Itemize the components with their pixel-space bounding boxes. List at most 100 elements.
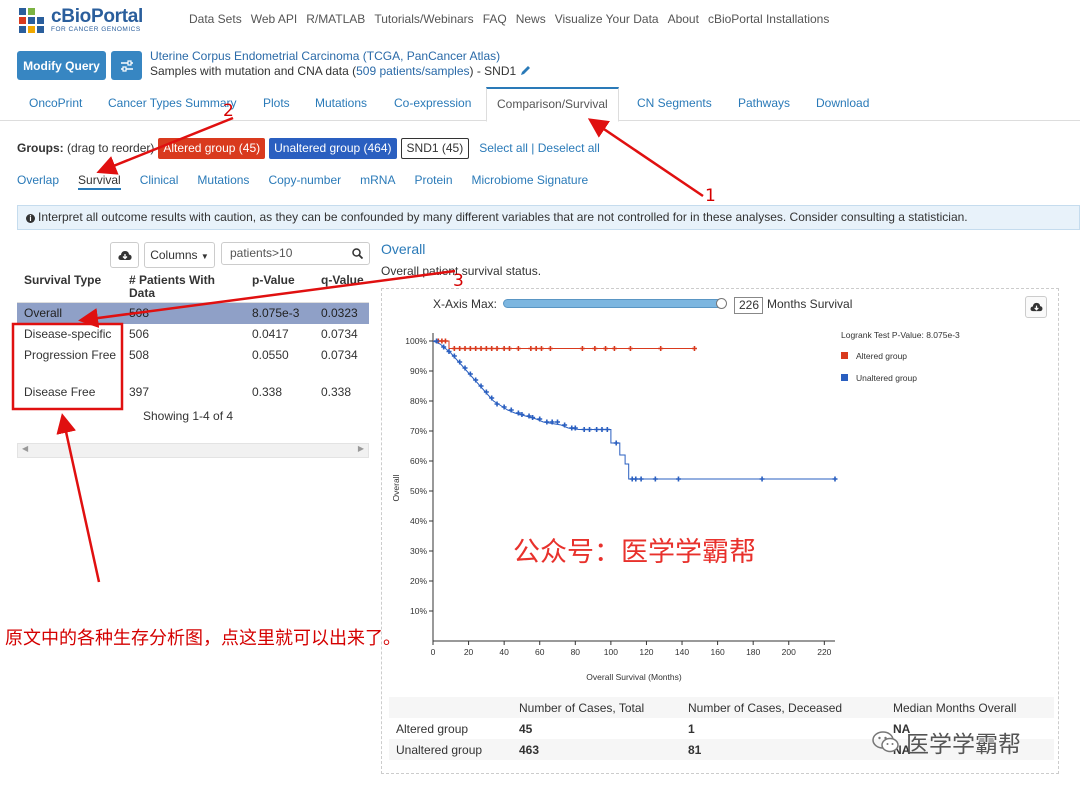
tab-cancer-types-summary[interactable]: Cancer Types Summary [108, 87, 237, 121]
col-p-value[interactable]: p-Value [252, 274, 295, 287]
censor-mark[interactable] [581, 427, 587, 432]
deselect-all-link[interactable]: Deselect all [538, 141, 600, 155]
table-row[interactable]: Disease-specific 506 0.0417 0.0734 [17, 324, 369, 345]
pencil-icon[interactable] [520, 65, 531, 76]
tab-download[interactable]: Download [816, 87, 869, 121]
censor-mark[interactable] [533, 346, 539, 351]
col-survival-type[interactable]: Survival Type [24, 274, 101, 287]
censor-mark[interactable] [539, 346, 545, 351]
col-patients[interactable]: # Patients With Data [129, 274, 229, 300]
search-input[interactable]: patients>10 [221, 242, 370, 265]
censor-mark[interactable] [451, 353, 457, 359]
nav-r-matlab[interactable]: R/MATLAB [306, 12, 365, 26]
censor-mark[interactable] [494, 346, 500, 351]
altered-group-chip[interactable]: Altered group (45) [158, 137, 266, 159]
censor-mark[interactable] [594, 427, 600, 432]
censor-mark[interactable] [483, 346, 489, 351]
censor-mark[interactable] [658, 346, 664, 351]
censor-mark[interactable] [613, 440, 619, 446]
settings-button[interactable] [111, 51, 142, 80]
table-row[interactable]: Progression Free 508 0.0550 0.0734 [17, 345, 369, 382]
censor-mark[interactable] [599, 427, 605, 432]
slider-handle[interactable] [716, 298, 727, 309]
download-table-button[interactable] [110, 242, 139, 268]
legend-label[interactable]: Unaltered group [856, 373, 917, 383]
censor-mark[interactable] [592, 346, 598, 351]
nav-faq[interactable]: FAQ [483, 12, 507, 26]
subtab-mutations[interactable]: Mutations [197, 173, 249, 190]
subtab-microbiome[interactable]: Microbiome Signature [472, 173, 589, 190]
censor-mark[interactable] [759, 476, 765, 482]
censor-mark[interactable] [547, 346, 553, 351]
col-q-value[interactable]: q-Value [321, 274, 364, 287]
censor-mark[interactable] [638, 476, 644, 482]
columns-dropdown[interactable]: Columns ▼ [144, 242, 215, 268]
subtab-copy-number[interactable]: Copy-number [268, 173, 341, 190]
censor-mark[interactable] [544, 419, 550, 425]
gene-group-chip[interactable]: SND1 (45) [400, 137, 470, 159]
legend-label[interactable]: Altered group [856, 351, 907, 361]
censor-mark[interactable] [483, 389, 489, 395]
censor-mark[interactable] [611, 346, 617, 351]
patients-samples-link[interactable]: 509 patients/samples [356, 64, 469, 78]
censor-mark[interactable] [506, 346, 512, 351]
censor-mark[interactable] [691, 346, 697, 351]
select-all-link[interactable]: Select all [479, 141, 528, 155]
tab-co-expression[interactable]: Co-expression [394, 87, 471, 121]
nav-tutorials[interactable]: Tutorials/Webinars [374, 12, 473, 26]
cbioportal-logo[interactable]: cBioPortal FOR CANCER GENOMICS [17, 5, 143, 35]
scroll-left-icon[interactable]: ◀ [22, 444, 28, 453]
censor-mark[interactable] [515, 346, 521, 351]
subtab-mrna[interactable]: mRNA [360, 173, 395, 190]
scroll-right-icon[interactable]: ▶ [358, 444, 364, 453]
nav-about[interactable]: About [668, 12, 699, 26]
x-axis-max-slider[interactable] [503, 299, 726, 308]
tab-mutations[interactable]: Mutations [315, 87, 367, 121]
censor-mark[interactable] [627, 346, 633, 351]
table-row[interactable]: Overall 508 8.075e-3 0.0323 [17, 303, 369, 324]
censor-mark[interactable] [572, 425, 578, 431]
censor-mark[interactable] [457, 359, 463, 365]
censor-mark[interactable] [675, 476, 681, 482]
nav-news[interactable]: News [516, 12, 546, 26]
censor-mark[interactable] [451, 346, 457, 351]
censor-mark[interactable] [478, 383, 484, 389]
censor-mark[interactable] [467, 346, 473, 351]
censor-mark[interactable] [528, 346, 534, 351]
tab-cn-segments[interactable]: CN Segments [637, 87, 712, 121]
study-title-link[interactable]: Uterine Corpus Endometrial Carcinoma (TC… [150, 49, 500, 63]
censor-mark[interactable] [604, 427, 610, 432]
tab-pathways[interactable]: Pathways [738, 87, 790, 121]
censor-mark[interactable] [457, 346, 463, 351]
subtab-overlap[interactable]: Overlap [17, 173, 59, 190]
nav-data-sets[interactable]: Data Sets [189, 12, 242, 26]
censor-mark[interactable] [652, 476, 658, 482]
censor-mark[interactable] [467, 371, 473, 377]
x-axis-max-input[interactable]: 226 [734, 297, 763, 314]
censor-mark[interactable] [501, 346, 507, 351]
modify-query-button[interactable]: Modify Query [17, 51, 106, 80]
censor-mark[interactable] [442, 338, 448, 344]
unaltered-group-chip[interactable]: Unaltered group (464) [269, 137, 397, 159]
tab-oncoprint[interactable]: OncoPrint [29, 87, 82, 121]
censor-mark[interactable] [633, 476, 639, 482]
subtab-clinical[interactable]: Clinical [140, 173, 179, 190]
censor-mark[interactable] [587, 427, 593, 432]
censor-mark[interactable] [832, 476, 838, 482]
censor-mark[interactable] [603, 346, 609, 351]
subtab-survival[interactable]: Survival [78, 173, 121, 190]
download-plot-button[interactable] [1025, 296, 1047, 318]
nav-web-api[interactable]: Web API [251, 12, 297, 26]
horizontal-scrollbar[interactable]: ◀ ▶ [17, 443, 369, 458]
tab-plots[interactable]: Plots [263, 87, 290, 121]
censor-mark[interactable] [489, 395, 495, 401]
subtab-protein[interactable]: Protein [414, 173, 452, 190]
censor-mark[interactable] [489, 346, 495, 351]
tab-comparison-survival[interactable]: Comparison/Survival [486, 87, 619, 122]
censor-mark[interactable] [462, 346, 468, 351]
nav-installations[interactable]: cBioPortal Installations [708, 12, 829, 26]
censor-mark[interactable] [473, 346, 479, 351]
nav-visualize[interactable]: Visualize Your Data [555, 12, 659, 26]
censor-mark[interactable] [478, 346, 484, 351]
censor-mark[interactable] [473, 377, 479, 383]
